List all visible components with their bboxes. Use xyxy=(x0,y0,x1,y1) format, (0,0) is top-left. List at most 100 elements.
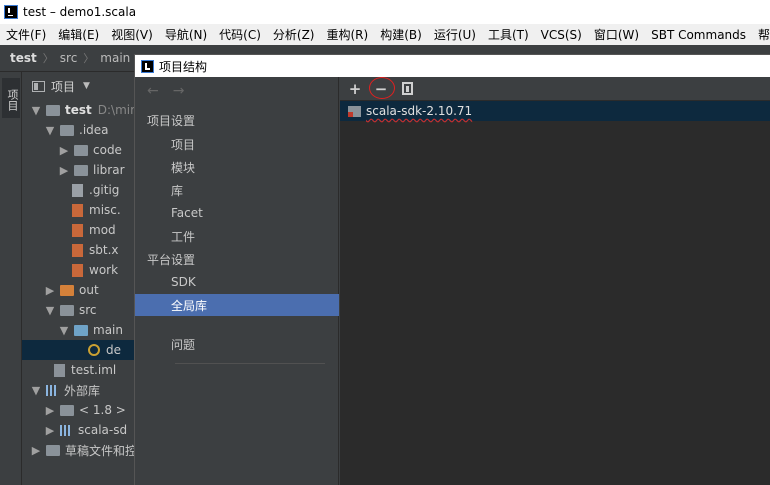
chevron-right-icon[interactable]: ▶ xyxy=(58,144,70,157)
nav-section-header: 项目设置 xyxy=(147,113,196,128)
tree-item-label: scala-sd xyxy=(78,423,128,437)
nav-item[interactable]: Facet xyxy=(135,202,339,224)
tree-item[interactable]: ▶ scala-sd xyxy=(22,420,140,440)
tree-item[interactable]: ▶ code xyxy=(22,140,140,160)
menu-item[interactable]: 代码(C) xyxy=(213,26,267,43)
tree-item-label: src xyxy=(79,303,97,317)
tree-item[interactable]: mod xyxy=(22,220,140,240)
tree-item-label: mod xyxy=(89,223,116,237)
nav-item[interactable]: SDK xyxy=(135,271,339,293)
tree-item[interactable]: ▼ 外部库 xyxy=(22,380,140,400)
chevron-down-icon[interactable]: ▼ xyxy=(44,304,56,317)
scala-object-icon xyxy=(88,344,100,356)
chevron-right-icon[interactable]: ▶ xyxy=(30,444,42,457)
menu-item[interactable]: 分析(Z) xyxy=(267,26,321,43)
folder-icon xyxy=(46,104,60,116)
tree-item[interactable]: misc. xyxy=(22,200,140,220)
breadcrumb-item[interactable]: src xyxy=(60,51,78,65)
menu-item[interactable]: 视图(V) xyxy=(105,26,159,43)
tree-item[interactable]: ▼ test D:\mir xyxy=(22,100,140,120)
breadcrumb-separator-icon: 〉 xyxy=(83,52,95,65)
menu-item[interactable]: 构建(B) xyxy=(374,26,428,43)
chevron-down-icon[interactable]: ▼ xyxy=(44,124,56,137)
tree-item[interactable]: ▼ .idea xyxy=(22,120,140,140)
project-panel-header[interactable]: 项目 ▼ xyxy=(22,72,140,100)
chevron-down-icon[interactable]: ▼ xyxy=(30,104,42,117)
remove-library-button[interactable]: − xyxy=(369,76,395,99)
tree-item[interactable]: ▶ librar xyxy=(22,160,140,180)
copy-library-button[interactable] xyxy=(398,80,416,98)
library-name: scala-sdk-2.10.71 xyxy=(366,104,473,118)
xml-file-icon xyxy=(72,263,83,277)
nav-item[interactable]: 模块 xyxy=(135,156,339,178)
tree-item[interactable]: sbt.x xyxy=(22,240,140,260)
tree-item[interactable]: ▶ 草稿文件和控 xyxy=(22,440,140,460)
project-panel-title: 项目 xyxy=(51,79,76,94)
nav-item[interactable]: 工件 xyxy=(135,225,339,247)
libraries-toolbar: + − xyxy=(340,76,770,101)
add-library-button[interactable]: + xyxy=(346,80,364,98)
tree-item[interactable]: ▼ src xyxy=(22,300,140,320)
tree-item-label: test.iml xyxy=(71,363,117,377)
chevron-right-icon[interactable]: ▶ xyxy=(44,404,56,417)
chevron-right-icon[interactable]: ▶ xyxy=(58,164,70,177)
project-tool-tab[interactable]: 项目 xyxy=(2,78,20,118)
nav-item[interactable]: 项目 xyxy=(135,133,339,155)
folder-icon xyxy=(60,124,74,136)
tree-item-label: misc. xyxy=(89,203,121,217)
tree-item-label: test xyxy=(65,103,92,117)
window-titlebar: test – demo1.scala xyxy=(0,0,770,24)
chevron-down-icon[interactable]: ▼ xyxy=(58,324,70,337)
chevron-down-icon[interactable]: ▼ xyxy=(30,384,42,397)
tree-item[interactable]: test.iml xyxy=(22,360,140,380)
menu-item[interactable]: 运行(U) xyxy=(428,26,482,43)
tree-item-label: librar xyxy=(93,163,125,177)
nav-item[interactable]: 库 xyxy=(135,179,339,201)
menu-item[interactable]: 导航(N) xyxy=(159,26,213,43)
project-panel: 项目 ▼ ▼ test D:\mir ▼ .idea ▶ code ▶ librar .gitig… xyxy=(22,72,140,485)
tree-item-label: work xyxy=(89,263,119,277)
breadcrumb-item[interactable]: main xyxy=(100,51,130,65)
tree-item[interactable]: de xyxy=(22,340,140,360)
chevron-right-icon[interactable]: ▶ xyxy=(44,284,56,297)
back-arrow-icon[interactable]: ← xyxy=(147,83,159,99)
menu-item[interactable]: 工具(T) xyxy=(482,26,535,43)
nav-history: ← → xyxy=(135,77,338,105)
tree-item[interactable]: ▶ out xyxy=(22,280,140,300)
nav-item[interactable]: 问题 xyxy=(135,333,339,355)
tree-item[interactable]: work xyxy=(22,260,140,280)
menu-item[interactable]: 重构(R) xyxy=(321,26,375,43)
breadcrumb-separator-icon: 〉 xyxy=(42,52,54,65)
menu-item[interactable]: SBT Commands xyxy=(645,28,752,42)
menu-item[interactable]: 编辑(E) xyxy=(52,26,105,43)
project-path: D:\mir xyxy=(97,103,136,117)
tree-item-label: 草稿文件和控 xyxy=(65,443,138,458)
tree-item-label: 外部库 xyxy=(64,383,101,398)
forward-arrow-icon[interactable]: → xyxy=(173,83,185,99)
xml-file-icon xyxy=(72,223,83,237)
breadcrumb-item[interactable]: test xyxy=(10,51,37,65)
file-icon xyxy=(72,183,83,197)
nav-divider xyxy=(175,363,325,364)
menu-item[interactable]: 帮助( xyxy=(752,26,770,43)
nav-item[interactable]: 全局库 xyxy=(135,294,339,316)
copy-icon xyxy=(401,82,413,95)
library-row[interactable]: scala-sdk-2.10.71 xyxy=(340,101,770,121)
tree-item[interactable]: ▶ < 1.8 > xyxy=(22,400,140,420)
chevron-down-icon[interactable]: ▼ xyxy=(83,81,90,91)
folder-icon xyxy=(60,304,74,316)
chevron-right-icon[interactable]: ▶ xyxy=(44,424,56,437)
library-icon xyxy=(348,105,361,117)
folder-icon xyxy=(74,144,88,156)
tree-item[interactable]: .gitig xyxy=(22,180,140,200)
menu-item[interactable]: 窗口(W) xyxy=(588,26,645,43)
menu-item[interactable]: 文件(F) xyxy=(0,26,52,43)
folder-icon xyxy=(74,164,88,176)
red-highlight-circle xyxy=(369,76,395,99)
project-structure-dialog: 项目结构 ← → 项目设置 项目 模块库 Facet 工件 平台设置 SDK 全局库 问题 + … xyxy=(134,54,770,485)
tree-item[interactable]: ▼ main xyxy=(22,320,140,340)
left-tool-strip: 项目 xyxy=(0,72,22,485)
global-libraries-pane: + − scala-sdk-2.10.71 xyxy=(340,76,770,485)
menu-item[interactable]: VCS(S) xyxy=(535,28,588,42)
dialog-navigation: ← → 项目设置 项目 模块库 Facet 工件 平台设置 SDK 全局库 问题 xyxy=(135,77,339,485)
